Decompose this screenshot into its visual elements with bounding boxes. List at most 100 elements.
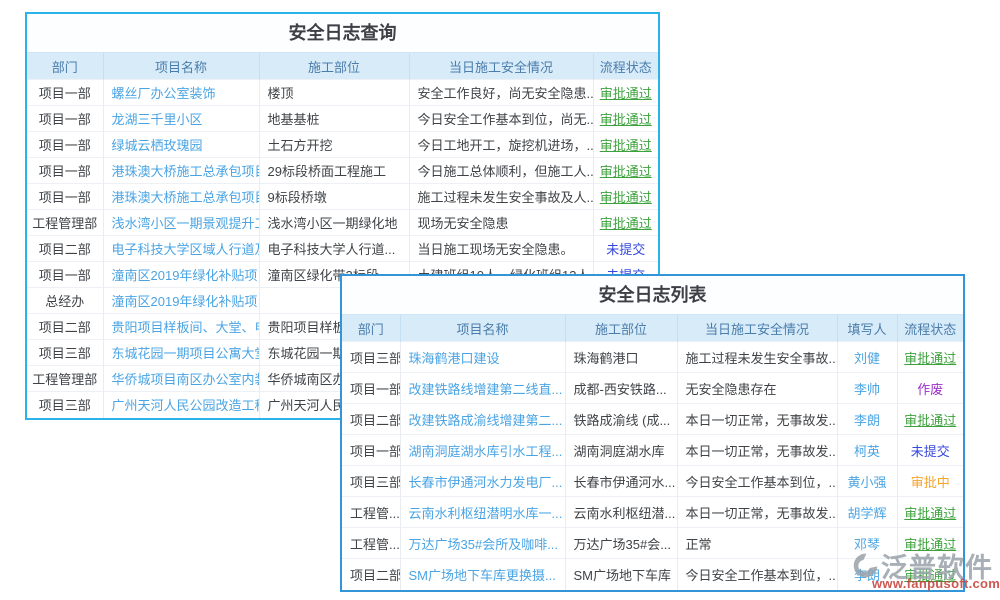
project-link[interactable]: 贵阳项目样板间、大堂、电梯间 [112, 320, 260, 335]
part-text: 珠海鹤港口 [574, 351, 639, 366]
project-cell: 广州天河人民公园改造工程 [103, 392, 259, 418]
status-link[interactable]: 审批通过 [600, 190, 652, 205]
table-row: 项目二部电子科技大学区域人行道及非机动车道电子科技大学人行道...当日施工现场无… [27, 236, 658, 262]
dept-cell: 项目一部 [27, 132, 103, 158]
project-cell: 螺丝厂办公室装饰 [103, 80, 259, 106]
column-header-project: 项目名称 [400, 315, 565, 342]
status-link[interactable]: 审批中 [911, 475, 950, 490]
safety-text: 本日一切正常，无事故发... [686, 506, 838, 521]
project-cell: 珠海鹤港口建设 [400, 342, 565, 373]
project-cell: 潼南区2019年绿化补贴项目-绿化带 [103, 262, 259, 288]
status-cell: 审批通过 [897, 559, 963, 590]
writer-link[interactable]: 刘健 [854, 351, 880, 366]
project-cell: 电子科技大学区域人行道及非机动车道 [103, 236, 259, 262]
writer-link[interactable]: 胡学辉 [847, 506, 886, 521]
safety-text: 今日安全工作基本到位，... [686, 568, 838, 583]
writer-link[interactable]: 李帅 [854, 382, 880, 397]
safety-text: 正常 [686, 537, 712, 552]
table-row: 项目三部珠海鹤港口建设珠海鹤港口施工过程未发生安全事故...刘健审批通过 [342, 342, 963, 373]
status-link[interactable]: 审批通过 [600, 164, 652, 179]
table-row: 项目一部湖南洞庭湖水库引水工程...湖南洞庭湖水库本日一切正常，无事故发...柯… [342, 435, 963, 466]
writer-cell: 柯英 [837, 435, 897, 466]
project-cell: 绿城云栖玫瑰园 [103, 132, 259, 158]
status-link[interactable]: 未提交 [911, 444, 950, 459]
status-cell: 作废 [897, 373, 963, 404]
status-link[interactable]: 作废 [917, 382, 943, 397]
status-link[interactable]: 未提交 [606, 242, 645, 257]
dept-text: 项目三部 [350, 475, 400, 490]
status-cell: 未提交 [593, 236, 658, 262]
project-cell: 万达广场35#会所及咖啡... [400, 528, 565, 559]
safety-cell: 今日安全工作基本到位，... [677, 559, 837, 590]
status-link[interactable]: 审批通过 [904, 413, 956, 428]
project-link[interactable]: 湖南洞庭湖水库引水工程... [409, 444, 563, 459]
project-link[interactable]: SM广场地下车库更换摄... [409, 568, 556, 583]
writer-link[interactable]: 邓琴 [854, 537, 880, 552]
dept-cell: 项目二部 [342, 559, 400, 590]
writer-link[interactable]: 李朗 [854, 413, 880, 428]
writer-link[interactable]: 黄小强 [847, 475, 886, 490]
safety-cell: 今日工地开工，旋挖机进场，... [409, 132, 593, 158]
table-row: 项目一部 港珠澳大桥施工总承包项目29标段桥面工程施工今日施工总体顺利，但施工人.… [27, 158, 658, 184]
project-link[interactable]: 港珠澳大桥施工总承包项目 [112, 164, 260, 179]
project-link[interactable]: 云南水利枢纽潜明水库一... [409, 506, 563, 521]
project-cell: SM广场地下车库更换摄... [400, 559, 565, 590]
dept-text: 项目三部 [39, 346, 91, 361]
column-header-part: 施工部位 [565, 315, 677, 342]
project-link[interactable]: 港珠澳大桥施工总承包项目 [112, 190, 260, 205]
project-cell: 改建铁路成渝线增建第二... [400, 404, 565, 435]
safety-text: 安全工作良好，尚无安全隐患... [418, 86, 594, 101]
part-text: 9标段桥墩 [268, 190, 327, 205]
status-link[interactable]: 审批通过 [904, 568, 956, 583]
dept-text: 项目一部 [39, 164, 91, 179]
status-link[interactable]: 审批通过 [904, 351, 956, 366]
project-cell: 改建铁路线增建第二线直... [400, 373, 565, 404]
status-link[interactable]: 审批通过 [600, 86, 652, 101]
status-cell: 审批通过 [897, 497, 963, 528]
safety-cell: 当日施工现场无安全隐患。 [409, 236, 593, 262]
project-link[interactable]: 螺丝厂办公室装饰 [112, 86, 216, 101]
project-link[interactable]: 浅水湾小区一期景观提升工程 [112, 216, 260, 231]
project-link[interactable]: 龙湖三千里小区 [112, 112, 203, 127]
project-link[interactable]: 华侨城项目南区办公室内装修 [112, 372, 260, 387]
dept-cell: 总经办 [27, 288, 103, 314]
writer-link[interactable]: 柯英 [854, 444, 880, 459]
project-link[interactable]: 电子科技大学区域人行道及非机动车道 [112, 242, 260, 257]
table-row: 工程管理部浅水湾小区一期景观提升工程浅水湾小区一期绿化地现场无安全隐患审批通过 [27, 210, 658, 236]
status-cell: 审批中 [897, 466, 963, 497]
table-row: 项目一部龙湖三千里小区地基基桩今日安全工作基本到位，尚无...审批通过 [27, 106, 658, 132]
status-link[interactable]: 审批通过 [600, 216, 652, 231]
dept-cell: 项目三部 [27, 340, 103, 366]
project-link[interactable]: 广州天河人民公园改造工程 [112, 398, 260, 413]
safety-text: 施工过程未发生安全事故... [686, 351, 838, 366]
project-link[interactable]: 改建铁路线增建第二线直... [409, 382, 563, 397]
safety-cell: 今日施工总体顺利，但施工人... [409, 158, 593, 184]
dept-text: 工程管理部 [32, 372, 97, 387]
safety-text: 无安全隐患存在 [686, 382, 777, 397]
status-link[interactable]: 审批通过 [904, 537, 956, 552]
status-link[interactable]: 审批通过 [904, 506, 956, 521]
project-link[interactable]: 潼南区2019年绿化补贴项目-绿化带 [112, 268, 260, 283]
dept-text: 项目一部 [39, 112, 91, 127]
project-link[interactable]: 珠海鹤港口建设 [409, 351, 500, 366]
project-link[interactable]: 长春市伊通河水力发电厂... [409, 475, 563, 490]
writer-cell: 黄小强 [837, 466, 897, 497]
project-link[interactable]: 绿城云栖玫瑰园 [112, 138, 203, 153]
dept-cell: 项目二部 [27, 314, 103, 340]
writer-cell: 刘健 [837, 342, 897, 373]
status-link[interactable]: 审批通过 [600, 138, 652, 153]
status-cell: 审批通过 [593, 184, 658, 210]
project-cell: 华侨城项目南区办公室内装修 [103, 366, 259, 392]
safety-cell: 本日一切正常，无事故发... [677, 404, 837, 435]
status-link[interactable]: 审批通过 [600, 112, 652, 127]
project-link[interactable]: 改建铁路成渝线增建第二... [409, 413, 563, 428]
project-cell: 云南水利枢纽潜明水库一... [400, 497, 565, 528]
part-cell: 电子科技大学人行道... [259, 236, 409, 262]
project-link[interactable]: 万达广场35#会所及咖啡... [409, 537, 559, 552]
safety-text: 今日安全工作基本到位，... [686, 475, 838, 490]
dept-text: 项目一部 [39, 268, 91, 283]
project-link[interactable]: 潼南区2019年绿化补贴项目-绿化带 [112, 294, 260, 309]
writer-link[interactable]: 李朗 [854, 568, 880, 583]
project-link[interactable]: 东城花园一期项目公寓大堂 装饰 [112, 346, 260, 361]
part-cell: 29标段桥面工程施工 [259, 158, 409, 184]
